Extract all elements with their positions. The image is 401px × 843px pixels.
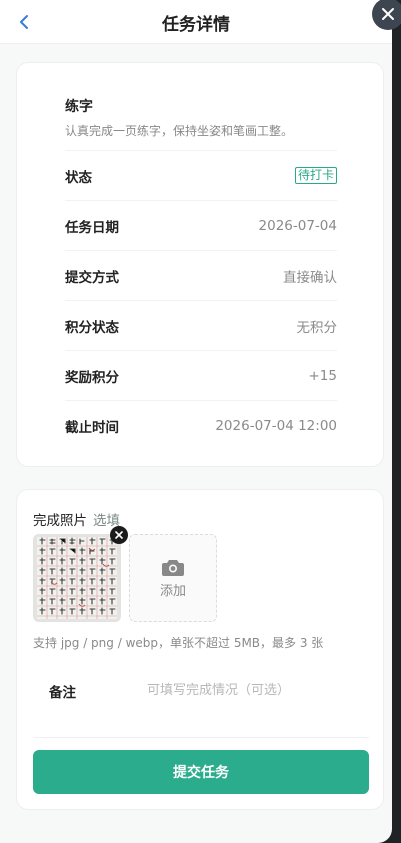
photos-title-label: 完成照片	[33, 513, 87, 529]
camera-icon	[162, 559, 184, 576]
note-label: 备注	[49, 685, 76, 701]
task-detail-screen: 任务详情 练字 认真完成一页练字，保持坐姿和笔画工整。 状态 待打卡 任务日期 …	[0, 0, 392, 843]
task-description: 认真完成一页练字，保持坐姿和笔画工整。	[65, 124, 294, 138]
detail-value: 直接确认	[283, 269, 337, 286]
close-icon	[115, 531, 123, 539]
page-title: 任务详情	[162, 15, 230, 35]
handwriting-practice-photo	[33, 534, 121, 622]
status-badge: 待打卡	[294, 167, 337, 184]
nav-bar: 任务详情	[0, 0, 392, 44]
remove-photo-button[interactable]	[110, 526, 128, 544]
detail-label: 任务日期	[65, 219, 119, 236]
detail-label: 提交方式	[65, 269, 119, 286]
detail-value: 2026-07-04	[258, 217, 337, 234]
detail-row-deadline: 截止时间 2026-07-04 12:00	[65, 400, 337, 450]
detail-label: 奖励积分	[65, 369, 119, 386]
upload-hint: 支持 jpg / png / webp，单张不超过 5MB，最多 3 张	[33, 636, 324, 650]
add-photo-button[interactable]: 添加	[129, 534, 217, 622]
detail-row-status: 状态 待打卡	[65, 150, 337, 200]
detail-row-submit-method: 提交方式 直接确认	[65, 250, 337, 300]
task-name: 练字	[65, 99, 93, 115]
submission-card: 完成照片 选填 添加 支持 jpg / png / webp，单张不超过 5MB…	[16, 489, 384, 810]
detail-value: 2026-07-04 12:00	[215, 417, 337, 434]
detail-row-points-status: 积分状态 无积分	[65, 300, 337, 350]
submit-task-button[interactable]: 提交任务	[33, 750, 369, 794]
detail-row-task-date: 任务日期 2026-07-04	[65, 200, 337, 250]
note-input[interactable]	[147, 676, 357, 704]
detail-label: 截止时间	[65, 419, 119, 436]
close-button[interactable]	[372, 0, 401, 30]
photo-thumbnail[interactable]	[33, 534, 121, 622]
photos-section-title: 完成照片 选填	[33, 509, 120, 529]
app-frame: 任务详情 练字 认真完成一页练字，保持坐姿和笔画工整。 状态 待打卡 任务日期 …	[0, 0, 401, 843]
detail-label: 积分状态	[65, 319, 119, 336]
task-info-card: 练字 认真完成一页练字，保持坐姿和笔画工整。 状态 待打卡 任务日期 2026-…	[16, 62, 384, 467]
close-icon	[382, 8, 394, 20]
detail-row-reward-points: 奖励积分 +15	[65, 350, 337, 400]
note-field-row: 备注	[33, 666, 369, 738]
detail-value: 无积分	[296, 319, 338, 336]
add-photo-label: 添加	[159, 583, 186, 599]
detail-value: +15	[308, 367, 338, 384]
detail-label: 状态	[65, 169, 92, 186]
